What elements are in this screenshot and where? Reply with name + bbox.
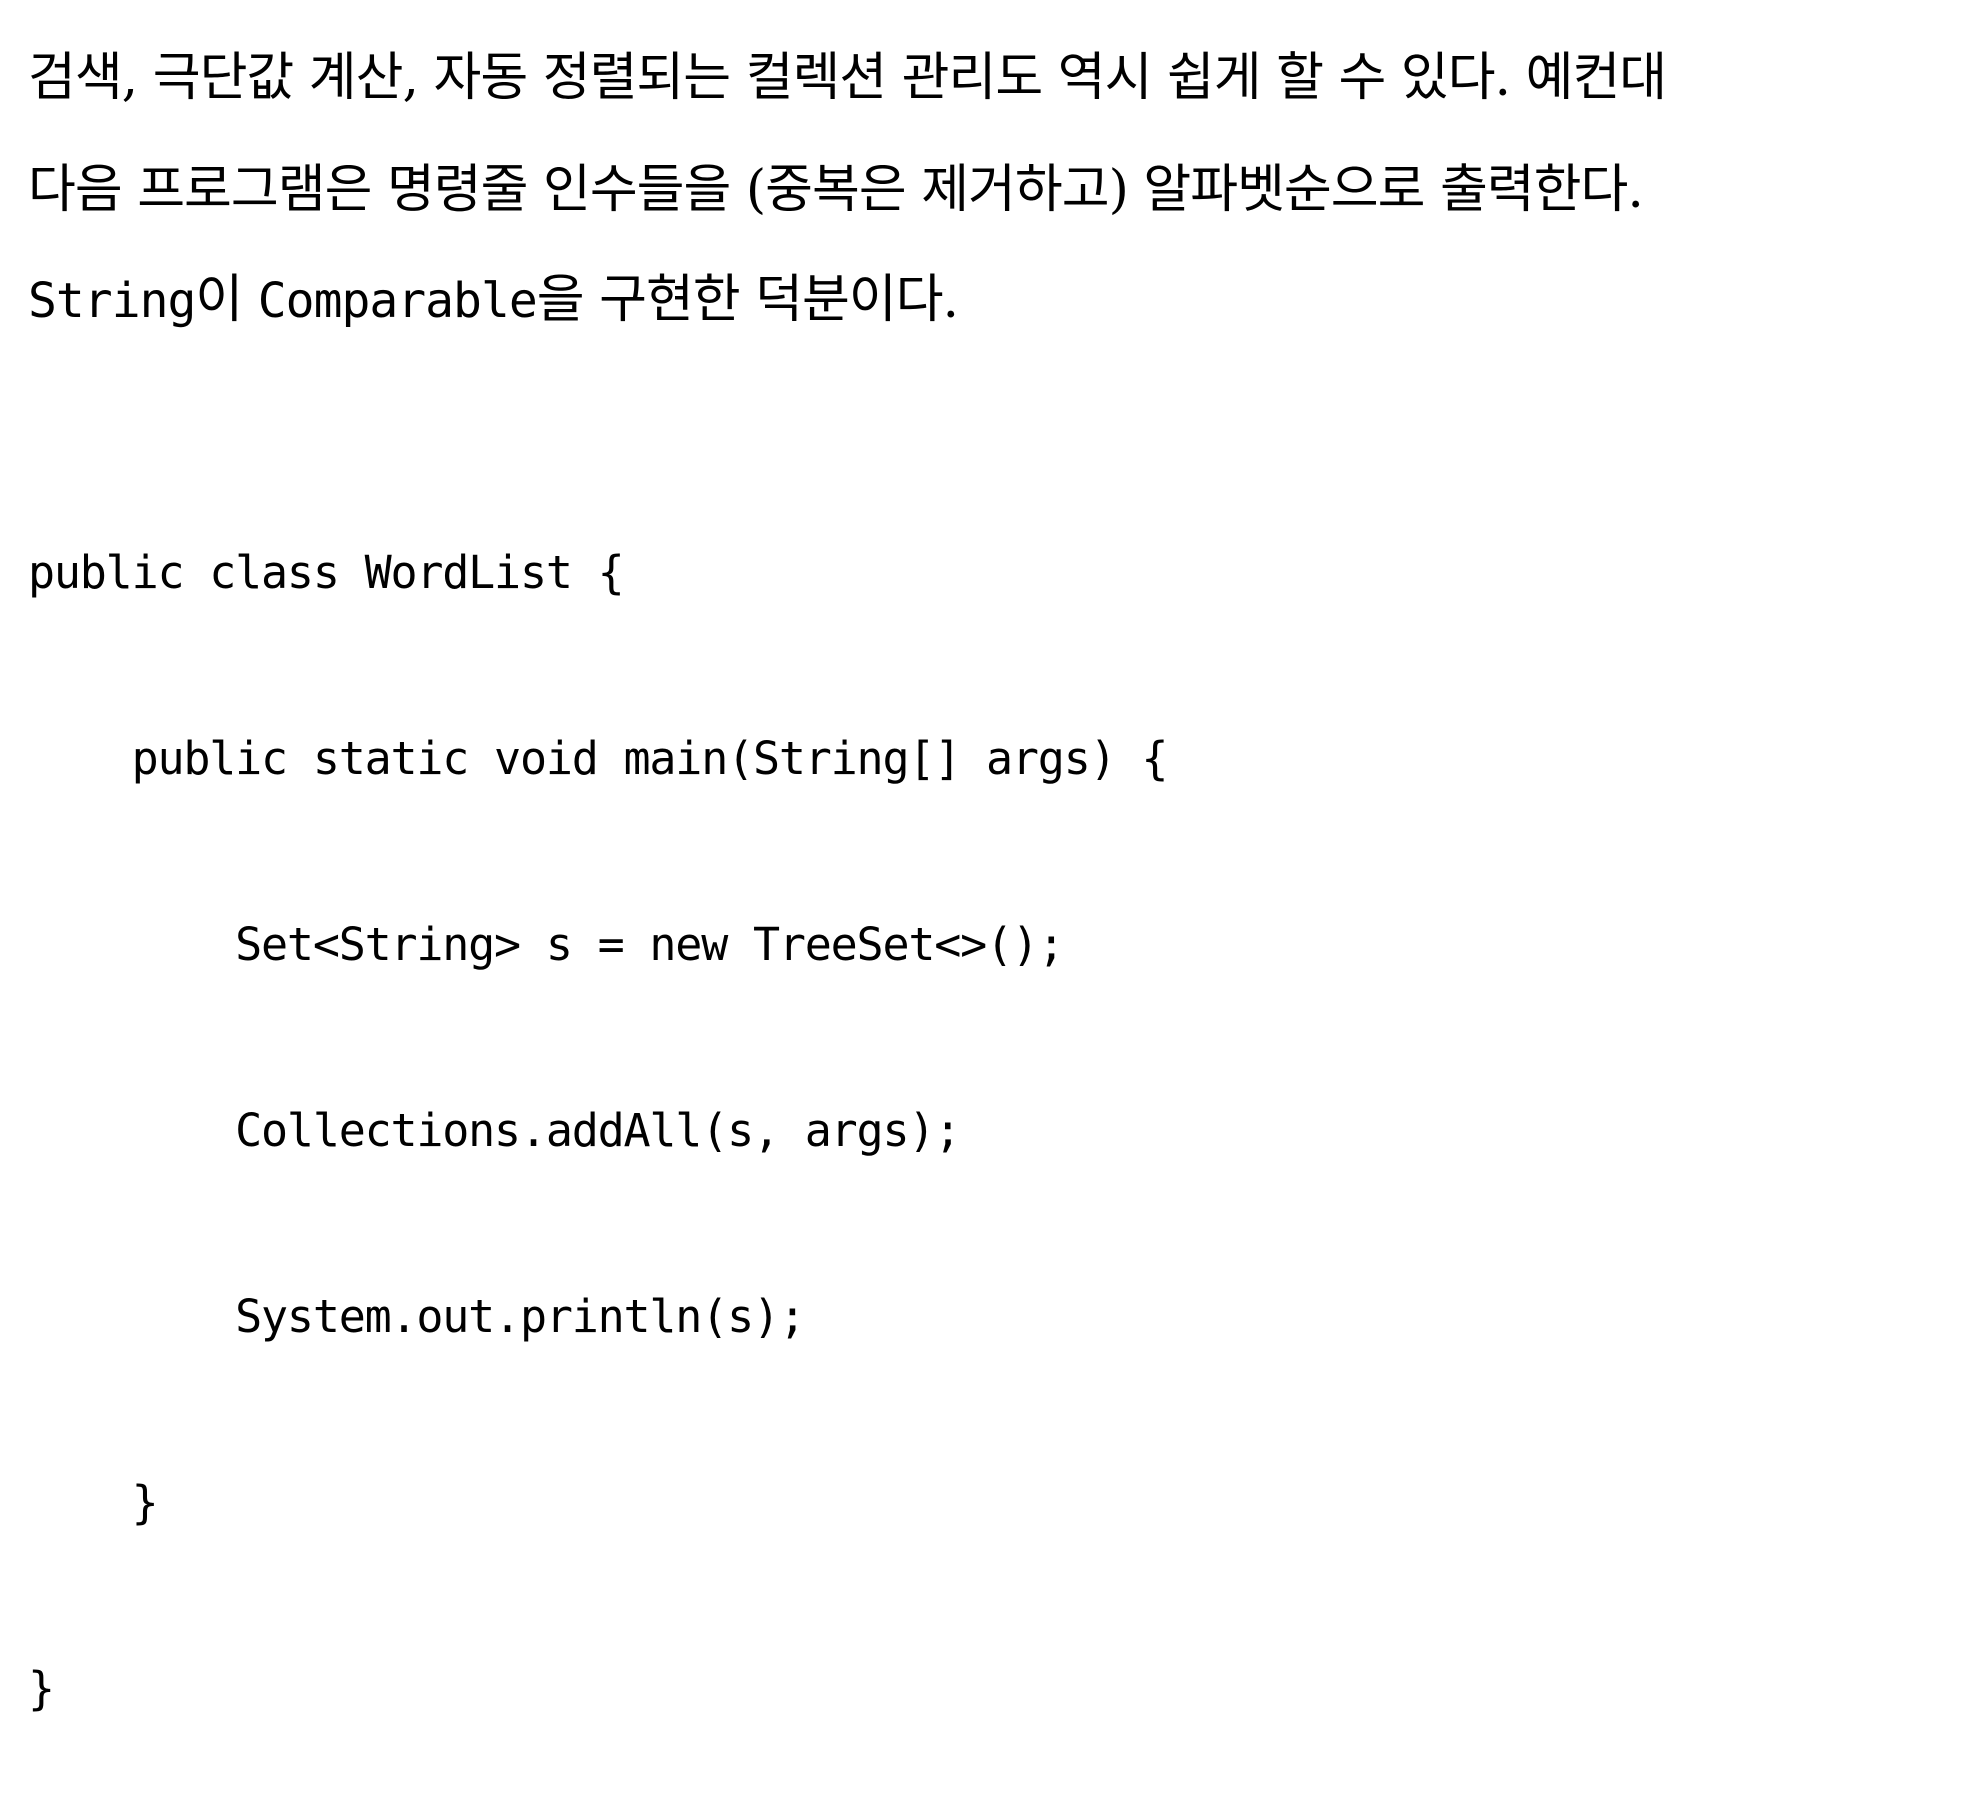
paragraph-text: 이	[195, 270, 258, 330]
paragraph: 검색, 극단값 계산, 자동 정렬되는 컬렉션 관리도 역시 쉽게 할 수 있다…	[28, 0, 1972, 356]
inline-code: Comparable	[257, 273, 538, 329]
code-line: Collections.addAll(s, args);	[28, 1104, 961, 1157]
paragraph-text: 을 구현한 덕분이다.	[536, 270, 959, 330]
document-page: 검색, 극단값 계산, 자동 정렬되는 컬렉션 관리도 역시 쉽게 할 수 있다…	[0, 0, 1972, 1715]
code-line: public class WordList {	[28, 546, 625, 599]
paragraph-line: 검색, 극단값 계산, 자동 정렬되는 컬렉션 관리도 역시 쉽게 할 수 있다…	[28, 48, 1667, 108]
paragraph-line: 다음 프로그램은 명령줄 인수들을 (중복은 제거하고) 알파벳순으로 출력한다…	[28, 160, 1644, 220]
code-line: }	[28, 1476, 159, 1529]
paragraph-line: String이 Comparable을 구현한 덕분이다.	[28, 244, 1972, 356]
code-line: Set<String> s = new TreeSet<>();	[28, 918, 1065, 971]
code-line: System.out.println(s);	[28, 1290, 806, 1343]
inline-code: String	[28, 273, 196, 329]
code-line: }	[28, 1662, 55, 1715]
code-line: public static void main(String[] args) {	[28, 732, 1169, 785]
code-block: public class WordList { public static vo…	[28, 418, 1169, 1808]
